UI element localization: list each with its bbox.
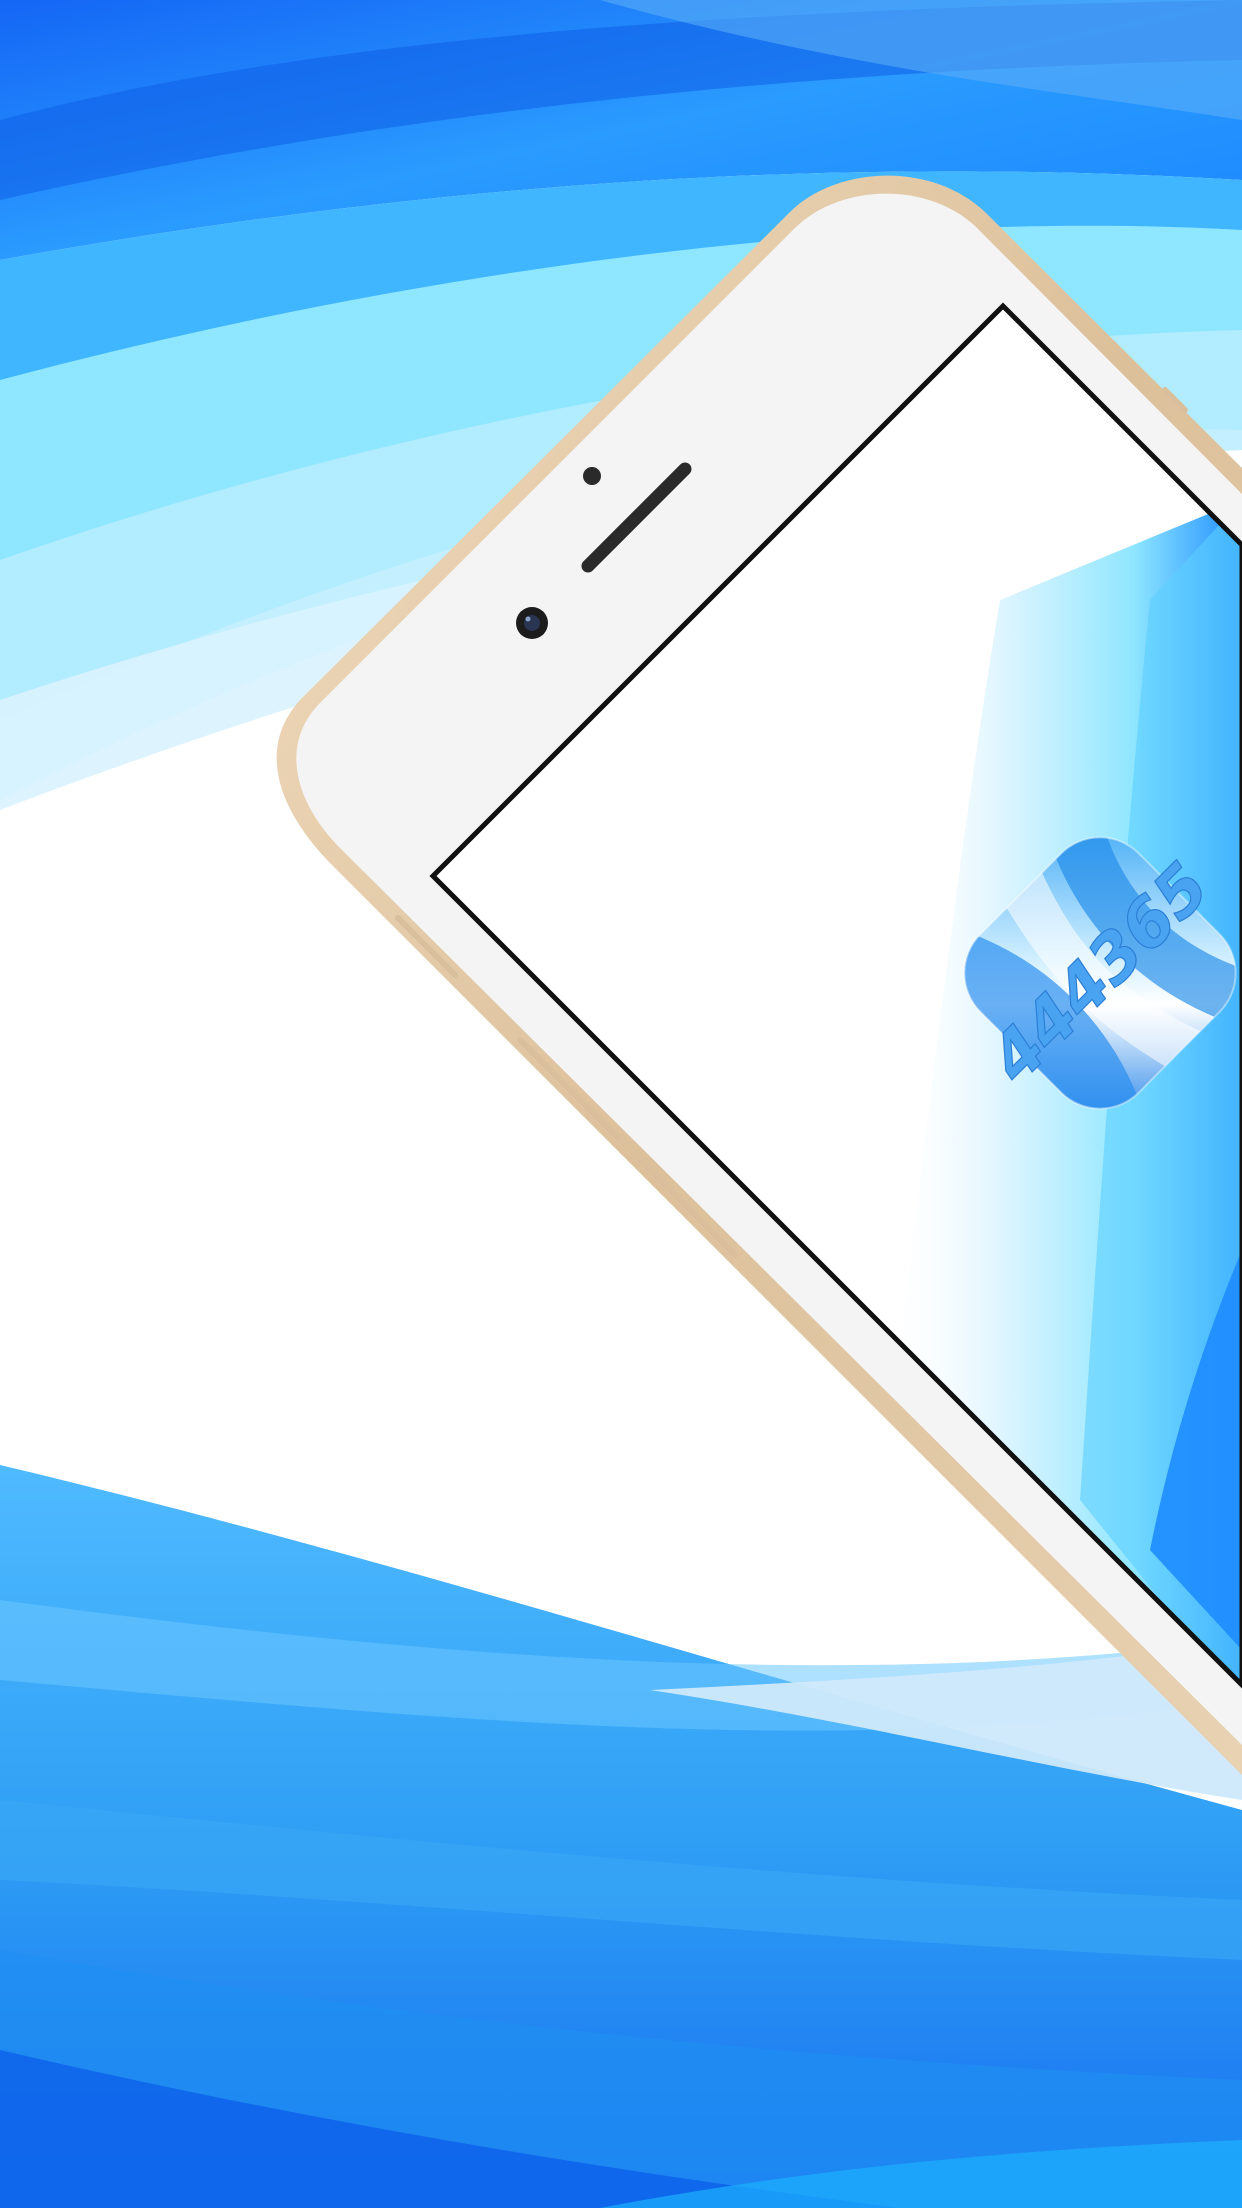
promo-artwork: 444365 [0,0,1242,2208]
promo-banner: 444365 [0,0,1242,2208]
sensor-dot-icon [583,467,601,485]
camera-lens-icon [516,607,548,639]
